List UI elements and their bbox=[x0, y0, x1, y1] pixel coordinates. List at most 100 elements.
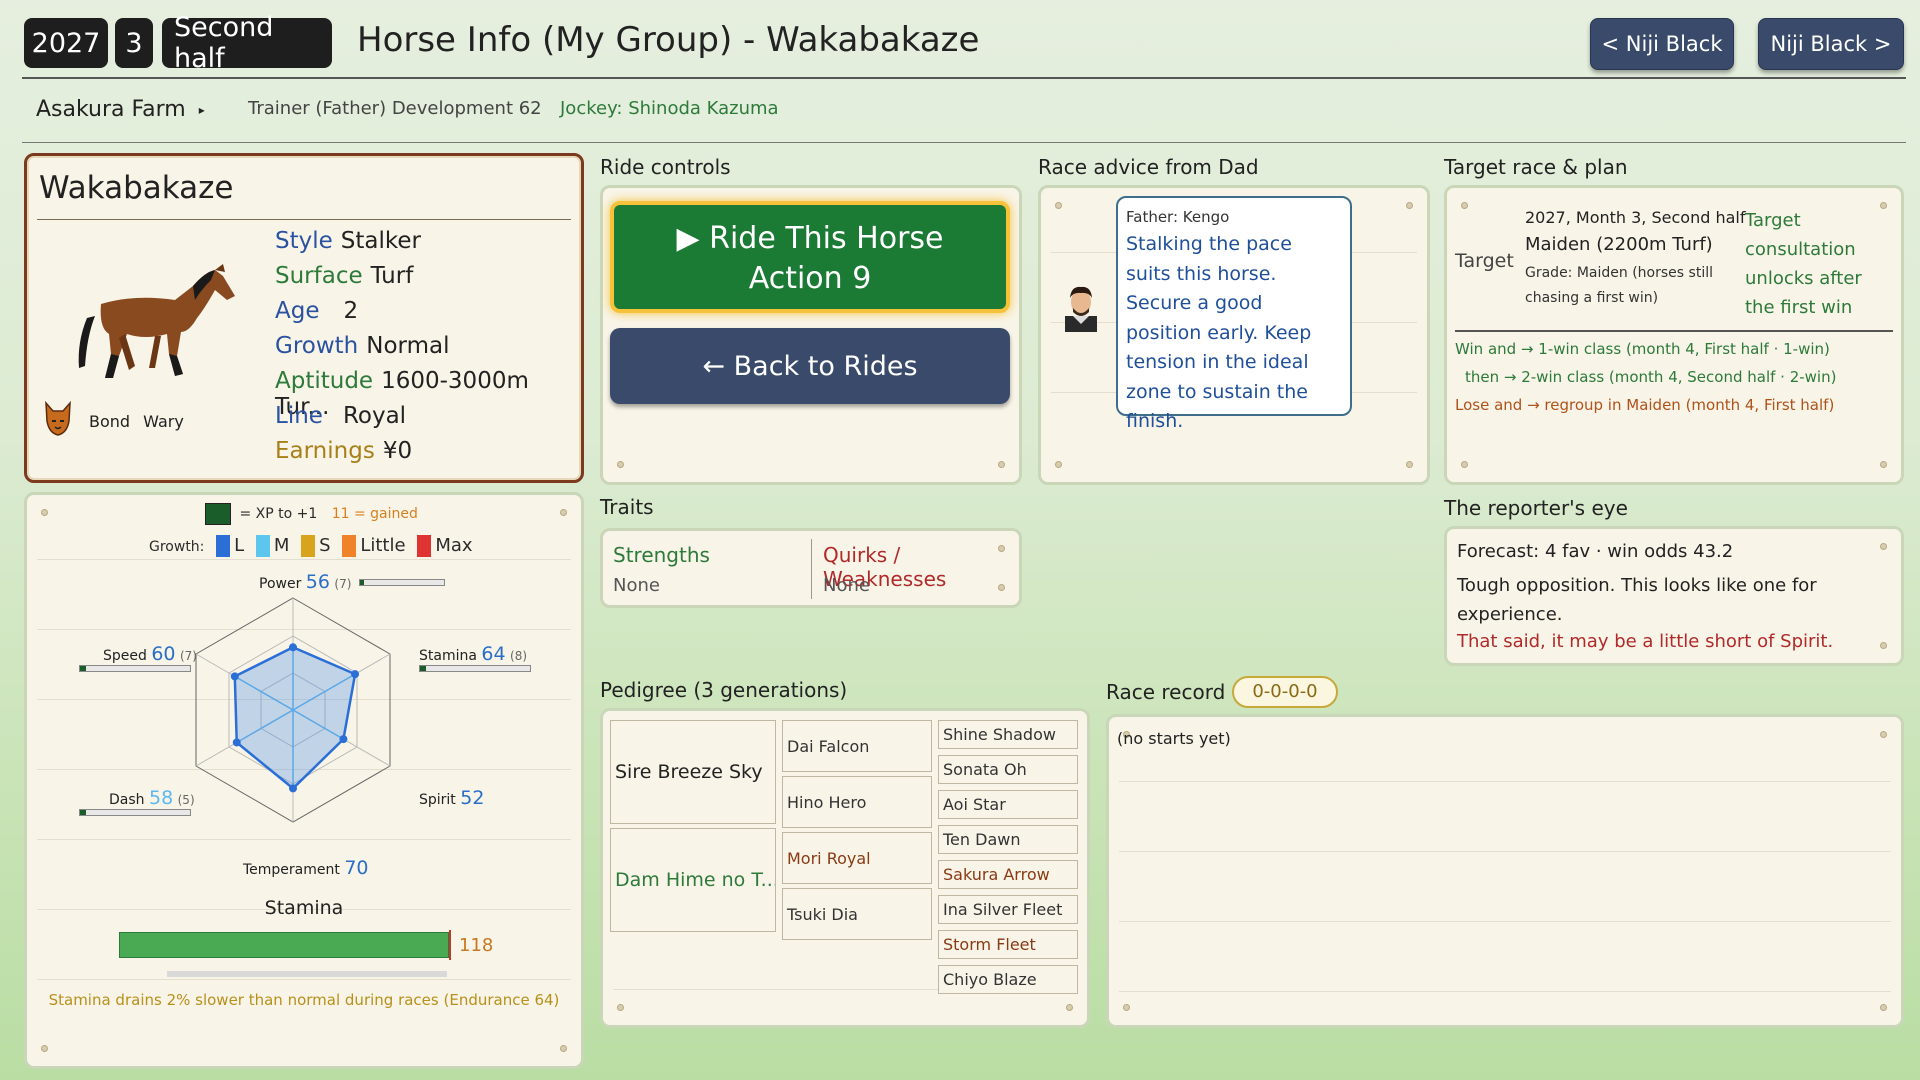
half-badge: Second half bbox=[162, 12, 332, 74]
next-horse-button[interactable]: Niji Black > bbox=[1758, 18, 1904, 70]
pedigree-gen3-item[interactable]: Sonata Oh bbox=[938, 755, 1078, 784]
radar-stat-area bbox=[233, 645, 357, 791]
pedigree-gen2-item[interactable]: Hino Hero bbox=[782, 776, 932, 828]
stamina-gauge-value: 118 bbox=[459, 935, 494, 956]
trainer-info: Trainer (Father) Development 62 bbox=[248, 98, 542, 119]
farm-selector[interactable]: Asakura Farm ▸ bbox=[36, 97, 205, 122]
radar-point-spirit bbox=[339, 735, 348, 744]
reporter-label: The reporter's eye bbox=[1444, 496, 1628, 520]
stat-surface: Surface Turf bbox=[275, 263, 414, 289]
stat-stamina-label: Stamina 64 (8) bbox=[419, 643, 528, 665]
reporter-line1: Tough opposition. This looks like one fo… bbox=[1457, 575, 1817, 625]
stat-dash-label: Dash 58 (5) bbox=[109, 787, 195, 809]
pedigree-gen2-item[interactable]: Mori Royal bbox=[782, 832, 932, 884]
tag-wary: Wary bbox=[143, 412, 184, 431]
horse-name: Wakabakaze bbox=[39, 170, 234, 206]
race-record-empty: (no starts yet) bbox=[1117, 729, 1231, 748]
ride-controls-label: Ride controls bbox=[600, 155, 731, 179]
pedigree-dam[interactable]: Dam Hime no T... bbox=[610, 828, 776, 932]
pedigree-sire[interactable]: Sire Breeze Sky bbox=[610, 720, 776, 824]
fox-avatar-icon bbox=[43, 399, 73, 437]
stat-line: Line Royal bbox=[275, 403, 407, 429]
stats-panel: = XP to +1 11 = gained Growth: L M S Lit… bbox=[24, 492, 584, 1069]
page-title: Horse Info (My Group) - Wakabakaze bbox=[357, 20, 980, 60]
growth-legend: Growth: L M S Little Max bbox=[149, 535, 473, 557]
advice-text: Stalking the pace suits this horse. Secu… bbox=[1126, 233, 1312, 432]
reporter-panel: Forecast: 4 fav · win odds 43.2 Tough op… bbox=[1444, 526, 1904, 666]
traits-label: Traits bbox=[600, 495, 654, 519]
xp-legend: = XP to +1 11 = gained bbox=[205, 503, 418, 525]
pedigree-gen3-item[interactable]: Sakura Arrow bbox=[938, 860, 1078, 889]
month-badge: 3 bbox=[115, 18, 153, 68]
reporter-line2: That said, it may be a little short of S… bbox=[1457, 631, 1834, 652]
stat-radar-chart bbox=[195, 597, 391, 823]
pedigree-gen3-item[interactable]: Storm Fleet bbox=[938, 930, 1078, 959]
radar-point-stamina bbox=[351, 670, 360, 679]
strengths-value: None bbox=[613, 575, 660, 596]
ride-button-action: Action 9 bbox=[748, 261, 872, 296]
target-grade: Grade: Maiden (horses still chasing a fi… bbox=[1525, 265, 1713, 306]
stat-earnings: Earnings ¥0 bbox=[275, 438, 413, 464]
radar-point-dash bbox=[232, 738, 241, 747]
ride-horse-button[interactable]: ▶ Ride This Horse Action 9 bbox=[610, 201, 1010, 313]
race-advice-label: Race advice from Dad bbox=[1038, 155, 1259, 179]
pedigree-gen3-item[interactable]: Chiyo Blaze bbox=[938, 965, 1078, 994]
race-record-panel: (no starts yet) bbox=[1106, 714, 1904, 1028]
father-portrait bbox=[1061, 282, 1101, 336]
stat-spirit-label: Spirit 52 bbox=[419, 787, 485, 809]
tag-bond: Bond bbox=[89, 412, 131, 431]
jockey-info: Jockey: Shinoda Kazuma bbox=[560, 98, 779, 119]
pedigree-gen3-item[interactable]: Ina Silver Fleet bbox=[938, 895, 1078, 924]
prev-horse-button[interactable]: < Niji Black bbox=[1590, 18, 1734, 70]
stamina-gauge bbox=[119, 930, 451, 960]
radar-point-power bbox=[289, 643, 297, 652]
header-divider bbox=[22, 77, 1906, 79]
reporter-forecast: Forecast: 4 fav · win odds 43.2 bbox=[1457, 541, 1734, 562]
pedigree-gen2-item[interactable]: Dai Falcon bbox=[782, 720, 932, 772]
plan-then: then → 2-win class (month 4, Second half… bbox=[1465, 368, 1837, 386]
stat-temperament-label: Temperament 70 bbox=[243, 857, 369, 879]
year-badge: 2027 bbox=[24, 18, 108, 68]
race-record-label: Race record bbox=[1106, 680, 1226, 704]
subheader-divider bbox=[22, 142, 1906, 143]
back-to-rides-button[interactable]: ← Back to Rides bbox=[610, 328, 1010, 404]
pedigree-gen2-item[interactable]: Tsuki Dia bbox=[782, 888, 932, 940]
target-note: Target consultation unlocks after the fi… bbox=[1745, 210, 1862, 318]
target-race-panel: Target 2027, Month 3, Second half Maiden… bbox=[1444, 185, 1904, 485]
name-divider bbox=[37, 219, 571, 220]
stamina-gauge-title: Stamina bbox=[264, 897, 344, 919]
radar-point-temperament bbox=[289, 784, 297, 793]
horse-tags: Bond Wary bbox=[89, 412, 184, 431]
horse-card: Wakabakaze Bond Wary Style Stalker Surfac… bbox=[24, 153, 584, 483]
quirks-value: None bbox=[823, 575, 870, 596]
plan-lose: Lose and → regroup in Maiden (month 4, F… bbox=[1455, 396, 1835, 414]
stat-power-label: Power 56 (7) bbox=[259, 571, 352, 593]
stat-dash-xp-bar bbox=[79, 809, 191, 816]
stat-power-xp-bar bbox=[359, 579, 445, 586]
target-word: Target bbox=[1455, 250, 1514, 272]
traits-panel: Strengths None Quirks / Weaknesses None bbox=[600, 528, 1022, 608]
plan-win: Win and → 1-win class (month 4, First ha… bbox=[1455, 340, 1830, 358]
farm-name: Asakura Farm bbox=[36, 97, 186, 122]
stat-speed-xp-bar bbox=[79, 665, 191, 672]
radar-point-speed bbox=[230, 672, 239, 681]
caret-right-icon: ▸ bbox=[198, 103, 205, 117]
target-race-name: Maiden (2200m Turf) bbox=[1525, 234, 1713, 255]
pedigree-gen3-item[interactable]: Ten Dawn bbox=[938, 825, 1078, 854]
horse-illustration bbox=[78, 264, 235, 378]
stat-stamina-xp-bar bbox=[419, 665, 531, 672]
ride-button-label: ▶ Ride This Horse bbox=[676, 221, 944, 256]
stamina-note: Stamina drains 2% slower than normal dur… bbox=[48, 991, 560, 1009]
advice-bubble: Father: Kengo Stalking the pace suits th… bbox=[1116, 196, 1352, 432]
pedigree-gen3-item[interactable]: Shine Shadow bbox=[938, 720, 1078, 749]
stat-growth: Growth Normal bbox=[275, 333, 450, 359]
stat-age: Age 2 bbox=[275, 298, 359, 324]
pedigree-gen3-item[interactable]: Aoi Star bbox=[938, 790, 1078, 819]
pedigree-label: Pedigree (3 generations) bbox=[600, 678, 848, 702]
target-when: 2027, Month 3, Second half bbox=[1525, 208, 1746, 227]
advice-speaker: Father: Kengo bbox=[1126, 208, 1230, 226]
stamina-gauge-track bbox=[167, 971, 447, 977]
stat-style: Style Stalker bbox=[275, 228, 421, 254]
target-race-label: Target race & plan bbox=[1444, 155, 1628, 179]
stat-speed-label: Speed 60 (7) bbox=[103, 643, 197, 665]
